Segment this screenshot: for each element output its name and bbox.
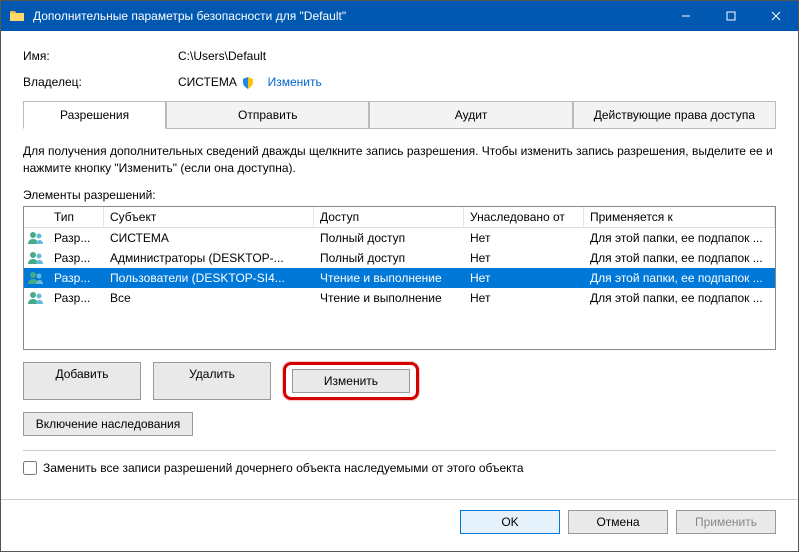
minimize-button[interactable]	[663, 1, 708, 31]
col-inherit[interactable]: Унаследовано от	[464, 207, 584, 227]
replace-child-label: Заменить все записи разрешений дочернего…	[43, 461, 524, 475]
cell-apply: Для этой папки, ее подпапок ...	[584, 289, 775, 307]
list-label: Элементы разрешений:	[23, 188, 776, 202]
remove-button[interactable]: Удалить	[153, 362, 271, 400]
cell-inherit: Нет	[464, 269, 584, 287]
close-button[interactable]	[753, 1, 798, 31]
col-access[interactable]: Доступ	[314, 207, 464, 227]
name-value: C:\Users\Default	[178, 49, 266, 63]
cell-inherit: Нет	[464, 249, 584, 267]
cell-access: Чтение и выполнение	[314, 289, 464, 307]
col-subject[interactable]: Субъект	[104, 207, 314, 227]
separator	[23, 450, 776, 451]
cell-inherit: Нет	[464, 289, 584, 307]
cell-inherit: Нет	[464, 229, 584, 247]
add-button[interactable]: Добавить	[23, 362, 141, 400]
instructions-text: Для получения дополнительных сведений дв…	[23, 143, 776, 178]
cell-access: Чтение и выполнение	[314, 269, 464, 287]
ok-button[interactable]: OK	[460, 510, 560, 534]
edit-highlight: Изменить	[283, 362, 419, 400]
table-row[interactable]: Разр...Пользователи (DESKTOP-SI4...Чтени…	[24, 268, 775, 288]
title-bar: Дополнительные параметры безопасности дл…	[1, 1, 798, 31]
table-row[interactable]: Разр...Администраторы (DESKTOP-...Полный…	[24, 248, 775, 268]
tab-effective[interactable]: Действующие права доступа	[573, 101, 776, 128]
apply-button[interactable]: Применить	[676, 510, 776, 534]
maximize-button[interactable]	[708, 1, 753, 31]
name-label: Имя:	[23, 49, 178, 63]
table-header: Тип Субъект Доступ Унаследовано от Приме…	[24, 207, 775, 228]
tab-share[interactable]: Отправить	[166, 101, 369, 128]
tab-strip: Разрешения Отправить Аудит Действующие п…	[23, 101, 776, 129]
enable-inheritance-button[interactable]: Включение наследования	[23, 412, 193, 436]
cell-apply: Для этой папки, ее подпапок ...	[584, 229, 775, 247]
owner-label: Владелец:	[23, 75, 178, 89]
cell-apply: Для этой папки, ее подпапок ...	[584, 249, 775, 267]
cell-access: Полный доступ	[314, 229, 464, 247]
cell-subject: Все	[104, 289, 314, 307]
cell-subject: СИСТЕМА	[104, 229, 314, 247]
cell-access: Полный доступ	[314, 249, 464, 267]
group-icon	[24, 271, 48, 285]
col-type[interactable]: Тип	[48, 207, 104, 227]
table-row[interactable]: Разр...СИСТЕМАПолный доступНетДля этой п…	[24, 228, 775, 248]
permissions-table[interactable]: Тип Субъект Доступ Унаследовано от Приме…	[23, 206, 776, 350]
tab-permissions[interactable]: Разрешения	[23, 101, 166, 129]
folder-icon	[9, 8, 25, 24]
shield-icon	[242, 77, 254, 89]
group-icon	[24, 231, 48, 245]
replace-child-checkbox[interactable]	[23, 461, 37, 475]
cell-subject: Пользователи (DESKTOP-SI4...	[104, 269, 314, 287]
table-row[interactable]: Разр...ВсеЧтение и выполнениеНетДля этой…	[24, 288, 775, 308]
cell-type: Разр...	[48, 269, 104, 287]
cell-type: Разр...	[48, 289, 104, 307]
cell-apply: Для этой папки, ее подпапок ...	[584, 269, 775, 287]
cell-type: Разр...	[48, 229, 104, 247]
group-icon	[24, 291, 48, 305]
group-icon	[24, 251, 48, 265]
cell-type: Разр...	[48, 249, 104, 267]
dialog-footer: OK Отмена Применить	[1, 499, 798, 546]
col-apply[interactable]: Применяется к	[584, 207, 775, 227]
window-title: Дополнительные параметры безопасности дл…	[33, 9, 663, 23]
owner-value: СИСТЕМА	[178, 75, 237, 89]
cancel-button[interactable]: Отмена	[568, 510, 668, 534]
tab-audit[interactable]: Аудит	[369, 101, 572, 128]
change-owner-link[interactable]: Изменить	[268, 75, 322, 89]
cell-subject: Администраторы (DESKTOP-...	[104, 249, 314, 267]
edit-button[interactable]: Изменить	[292, 369, 410, 393]
